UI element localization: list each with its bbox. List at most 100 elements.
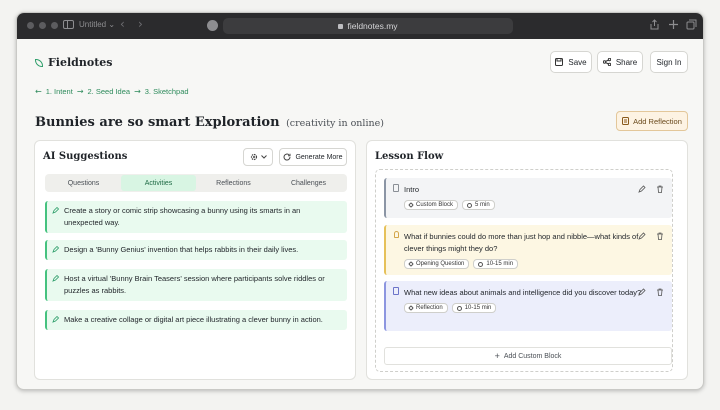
brand-name: Fieldnotes — [48, 56, 113, 69]
duration-badge: 10-15 min — [451, 303, 497, 313]
tag-icon — [408, 305, 414, 311]
app-content: Fieldnotes Save Share Sign In ← 1. Inten… — [17, 39, 703, 389]
document-icon — [393, 287, 399, 295]
floppy-icon — [555, 58, 564, 66]
duration-label: 5 min — [475, 202, 490, 208]
tab-questions[interactable]: Questions — [46, 175, 121, 191]
add-custom-block-label: Add Custom Block — [503, 352, 562, 360]
brand[interactable]: Fieldnotes — [35, 56, 112, 69]
block-type-label: Custom Block — [416, 202, 454, 208]
breadcrumb-seed-idea[interactable]: 2. Seed Idea — [88, 87, 131, 96]
refresh-icon — [283, 153, 291, 161]
save-label: Save — [568, 57, 587, 67]
save-button[interactable]: Save — [550, 51, 592, 73]
duration-badge: 5 min — [462, 200, 495, 210]
share-icon — [602, 58, 611, 66]
tag-icon — [408, 261, 414, 267]
trash-icon[interactable] — [656, 288, 664, 296]
suggestion-tabs: Questions Activities Reflections Challen… — [45, 174, 347, 192]
minimize-dot[interactable] — [39, 22, 46, 29]
share-button[interactable]: Share — [597, 51, 643, 73]
forward-icon[interactable]: › — [138, 17, 143, 31]
sidebar-toggle-icon[interactable] — [63, 20, 74, 29]
tab-reflections[interactable]: Reflections — [196, 175, 271, 191]
breadcrumb-intent[interactable]: 1. Intent — [46, 87, 73, 96]
duration-badge: 10-15 min — [473, 259, 519, 269]
pencil-icon — [52, 246, 59, 253]
zoom-dot[interactable] — [51, 22, 58, 29]
arrow-right-icon: → — [134, 87, 141, 96]
suggestion-text: Host a virtual 'Bunny Brain Teasers' ses… — [64, 274, 325, 295]
trash-icon[interactable] — [656, 185, 664, 193]
lock-icon — [338, 24, 344, 29]
tab-group-menu[interactable]: Untitled ⌄ — [79, 20, 115, 29]
plus-icon: + — [494, 351, 500, 361]
pencil-icon — [52, 207, 59, 214]
address-bar[interactable]: fieldnotes.my — [223, 18, 513, 34]
page-title-text: Bunnies are so smart Exploration — [35, 115, 280, 130]
duration-label: 10-15 min — [464, 305, 492, 311]
sign-in-label: Sign In — [656, 57, 682, 67]
browser-window: Untitled ⌄ ‹ › fieldnotes.my Fieldnotes … — [16, 12, 704, 390]
clock-icon — [467, 202, 473, 208]
lesson-block-opening-question[interactable]: What if bunnies could do more than just … — [384, 225, 672, 275]
block-type-label: Reflection — [416, 305, 443, 311]
add-custom-block-button[interactable]: + Add Custom Block — [384, 347, 672, 365]
block-text: What if bunnies could do more than just … — [404, 232, 639, 253]
tab-title: Untitled — [79, 20, 107, 29]
lesson-flow-panel: Lesson Flow Intro Custom Block 5 min Wha… — [366, 140, 688, 380]
suggestion-text: Design a 'Bunny Genius' invention that h… — [64, 245, 299, 254]
ai-suggestions-title: AI Suggestions — [43, 151, 128, 162]
block-text: What new ideas about animals and intelli… — [404, 288, 642, 297]
document-icon — [622, 117, 630, 125]
suggestion-item[interactable]: Make a creative collage or digital art p… — [45, 310, 347, 330]
lightbulb-icon — [394, 231, 399, 238]
back-arrow-icon[interactable]: ← — [35, 87, 42, 96]
generate-more-button[interactable]: Generate More — [279, 148, 347, 166]
page-title: Bunnies are so smart Exploration (creati… — [35, 115, 384, 130]
tab-activities[interactable]: Activities — [121, 175, 196, 191]
url-text: fieldnotes.my — [347, 21, 398, 31]
lesson-block-intro[interactable]: Intro Custom Block 5 min — [384, 178, 672, 218]
sign-in-button[interactable]: Sign In — [650, 51, 688, 73]
suggestion-item[interactable]: Design a 'Bunny Genius' invention that h… — [45, 240, 347, 260]
tag-icon — [408, 202, 414, 208]
block-type-badge: Opening Question — [404, 259, 470, 269]
suggestion-text: Create a story or comic strip showcasing… — [64, 206, 301, 227]
suggestion-item[interactable]: Host a virtual 'Bunny Brain Teasers' ses… — [45, 269, 347, 301]
breadcrumb: ← 1. Intent → 2. Seed Idea → 3. Sketchpa… — [35, 87, 189, 96]
page-subtitle: (creativity in online) — [286, 118, 384, 129]
generate-more-label: Generate More — [295, 153, 343, 161]
arrow-right-icon: → — [76, 87, 84, 96]
browser-toolbar: Untitled ⌄ ‹ › fieldnotes.my — [17, 13, 703, 39]
privacy-icon[interactable] — [207, 20, 218, 31]
trash-icon[interactable] — [656, 232, 664, 240]
edit-icon[interactable] — [638, 288, 646, 296]
duration-label: 10-15 min — [486, 261, 514, 267]
edit-icon[interactable] — [638, 185, 646, 193]
block-type-badge: Custom Block — [404, 200, 459, 210]
clock-icon — [478, 261, 484, 267]
share-page-icon[interactable] — [649, 19, 660, 30]
suggestion-item[interactable]: Create a story or comic strip showcasing… — [45, 201, 347, 233]
breadcrumb-sketchpad[interactable]: 3. Sketchpad — [145, 87, 189, 96]
clock-icon — [456, 305, 462, 311]
share-label: Share — [615, 57, 638, 67]
new-tab-icon[interactable] — [668, 19, 679, 30]
close-dot[interactable] — [27, 22, 34, 29]
leaf-icon — [35, 59, 43, 67]
add-reflection-button[interactable]: Add Reflection — [616, 111, 688, 131]
block-text: Intro — [404, 185, 420, 194]
lesson-flow-title: Lesson Flow — [375, 151, 444, 162]
edit-icon[interactable] — [638, 232, 646, 240]
lesson-block-reflection[interactable]: What new ideas about animals and intelli… — [384, 281, 672, 331]
ai-suggestions-panel: AI Suggestions Generate More Questions A… — [34, 140, 356, 380]
document-icon — [393, 184, 399, 192]
suggestion-text: Make a creative collage or digital art p… — [64, 315, 323, 324]
back-icon[interactable]: ‹ — [120, 17, 125, 31]
settings-dropdown[interactable] — [243, 148, 273, 166]
tab-challenges[interactable]: Challenges — [271, 175, 346, 191]
tab-overview-icon[interactable] — [686, 19, 697, 30]
lesson-flow-dropzone: Intro Custom Block 5 min What if bunnies… — [375, 169, 673, 372]
pencil-icon — [52, 316, 59, 323]
